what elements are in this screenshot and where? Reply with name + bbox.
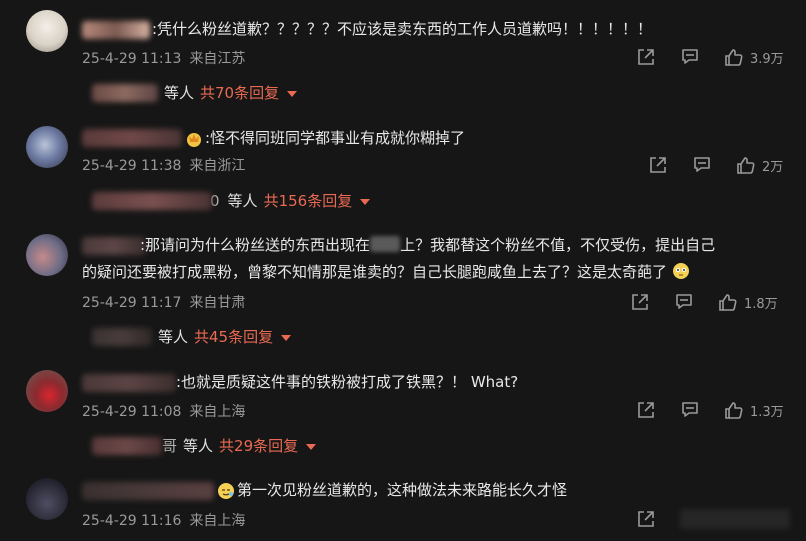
crown-icon xyxy=(185,130,203,148)
avatar[interactable] xyxy=(26,370,68,412)
comment-date: 25-4-29 11:17 xyxy=(82,295,182,311)
comment-date: 25-4-29 11:16 xyxy=(82,513,182,529)
share-icon[interactable] xyxy=(630,292,650,312)
reply-user-blurred xyxy=(92,191,212,210)
reply-user-blurred xyxy=(92,436,162,455)
thumbs-up-icon xyxy=(718,292,738,312)
emoji-icon xyxy=(217,482,235,500)
username-blurred[interactable] xyxy=(82,237,146,255)
comment-date: 25-4-29 11:13 xyxy=(82,51,182,67)
comment-text: 第一次见粉丝道歉的，这种做法未来路能长久才怪 xyxy=(237,481,568,499)
like-count: 3.9万 xyxy=(750,51,784,67)
reply-people-label: 等人 xyxy=(183,437,214,455)
comment-actions: 1.3万 xyxy=(636,399,784,421)
thumbs-up-icon xyxy=(724,47,744,67)
comment-actions xyxy=(636,508,790,530)
thumbs-up-icon xyxy=(724,400,744,420)
comment-icon[interactable] xyxy=(680,400,700,420)
like-count: 1.3万 xyxy=(750,404,784,420)
comment-location: 来自上海 xyxy=(189,404,246,420)
reply-people-label: 等人 xyxy=(158,328,189,346)
comment-text-part: 的疑问还要被打成黑粉，曾黎不知情那是谁卖的？自己长腿跑咸鱼上去了？这是太奇葩了 xyxy=(82,263,668,281)
reply-count-link[interactable]: 共45条回复 xyxy=(194,326,273,347)
reply-count-link[interactable]: 共156条回复 xyxy=(264,190,353,211)
chevron-down-icon[interactable] xyxy=(360,198,371,205)
share-icon[interactable] xyxy=(636,509,656,529)
comment-meta: 25-4-29 11:13 来自江苏 xyxy=(82,48,245,68)
reply-count-link[interactable]: 共29条回复 xyxy=(219,435,298,456)
comment-location: 来自浙江 xyxy=(189,158,246,174)
comment-actions: 2万 xyxy=(648,154,783,176)
avatar[interactable] xyxy=(26,234,68,276)
comment-date: 25-4-29 11:08 xyxy=(82,404,182,420)
reply-user-blurred xyxy=(92,83,158,102)
comment-text-line2: 的疑问还要被打成黑粉，曾黎不知情那是谁卖的？自己长腿跑咸鱼上去了？这是太奇葩了 xyxy=(82,259,690,286)
chevron-down-icon[interactable] xyxy=(281,334,292,341)
comment-icon[interactable] xyxy=(680,47,700,67)
like-button[interactable]: 1.8万 xyxy=(718,292,778,312)
reply-count-link[interactable]: 共70条回复 xyxy=(200,82,279,103)
comment-meta: 25-4-29 11:08 来自上海 xyxy=(82,401,245,421)
like-count: 1.8万 xyxy=(744,296,778,312)
reply-people-label: 等人 xyxy=(227,192,258,210)
share-icon[interactable] xyxy=(636,47,656,67)
username-blurred[interactable] xyxy=(82,482,214,500)
action-placeholder-blurred xyxy=(680,509,790,529)
username-blurred[interactable] xyxy=(82,21,150,39)
reply-people-label: 等人 xyxy=(164,84,195,102)
comment-location: 来自甘肃 xyxy=(189,295,246,311)
like-button[interactable]: 2万 xyxy=(736,155,783,175)
comment-actions: 1.8万 xyxy=(630,291,778,313)
chevron-down-icon[interactable] xyxy=(287,90,298,97)
comment-actions: 3.9万 xyxy=(636,46,784,68)
avatar[interactable] xyxy=(26,10,68,52)
reply-summary[interactable]: 哥 等人 共29条回复 xyxy=(92,435,317,456)
comment-meta: 25-4-29 11:38 来自浙江 xyxy=(82,155,245,175)
share-icon[interactable] xyxy=(636,400,656,420)
username-blurred[interactable] xyxy=(82,374,176,392)
redacted-word xyxy=(370,236,401,252)
avatar[interactable] xyxy=(26,478,68,520)
comment-text-part: :那请问为什么粉丝送的东西出现在 xyxy=(140,236,371,254)
like-button[interactable]: 3.9万 xyxy=(724,47,784,67)
like-button[interactable]: 1.3万 xyxy=(724,400,784,420)
comment-icon[interactable] xyxy=(692,155,712,175)
comment-text: :怪不得同班同学都事业有成就你糊掉了 xyxy=(205,129,466,147)
username-blurred[interactable] xyxy=(82,129,182,147)
comment-location: 来自江苏 xyxy=(189,51,246,67)
comment-text: :那请问为什么粉丝送的东西出现在 上？我都替这个粉丝不值，不仅受伤，提出自己 xyxy=(140,232,715,259)
comment-text-part: 上？我都替这个粉丝不值，不仅受伤，提出自己 xyxy=(400,236,716,254)
like-count: 2万 xyxy=(762,159,784,175)
emoji-icon xyxy=(672,262,690,280)
reply-summary[interactable]: 等人 共70条回复 xyxy=(92,82,298,103)
share-icon[interactable] xyxy=(648,155,668,175)
reply-user-partial: 哥 xyxy=(162,437,178,455)
reply-user-blurred xyxy=(92,327,152,346)
comment-text: :也就是质疑这件事的铁粉被打成了铁黑？！ What? xyxy=(176,373,519,391)
reply-summary[interactable]: 等人 共45条回复 xyxy=(92,326,292,347)
comment-location: 来自上海 xyxy=(189,513,246,529)
comment-meta: 25-4-29 11:16 来自上海 xyxy=(82,510,245,530)
comment-text: :凭什么粉丝道歉？？？？？不应该是卖东西的工作人员道歉吗！！！！！！ xyxy=(152,20,653,38)
reply-summary[interactable]: 0 等人 共156条回复 xyxy=(92,190,371,211)
thumbs-up-icon xyxy=(736,155,756,175)
chevron-down-icon[interactable] xyxy=(306,443,317,450)
comment-icon[interactable] xyxy=(674,292,694,312)
avatar[interactable] xyxy=(26,126,68,168)
comment-meta: 25-4-29 11:17 来自甘肃 xyxy=(82,292,245,312)
comment-date: 25-4-29 11:38 xyxy=(82,158,182,174)
